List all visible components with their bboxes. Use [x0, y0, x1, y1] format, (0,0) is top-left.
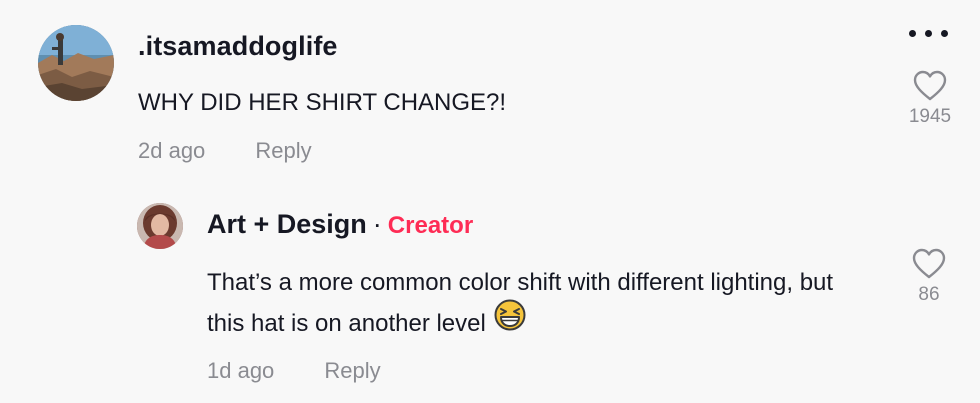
- separator: ·: [372, 209, 382, 239]
- comment-timestamp: 2d ago: [138, 138, 206, 163]
- comment-thread: .itsamaddoglife WHY DID HER SHIRT CHANGE…: [0, 0, 980, 403]
- grinning-squinting-face-icon: [494, 299, 526, 344]
- avatar-image: [38, 25, 114, 101]
- reply-meta: 1d ago Reply: [207, 358, 381, 384]
- reply-text-container: That’s a more common color shift with di…: [207, 262, 867, 344]
- comment-username[interactable]: .itsamaddoglife: [138, 31, 338, 62]
- like-count: 1945: [908, 106, 952, 127]
- reply-username[interactable]: Art + Design: [207, 209, 367, 239]
- creator-badge: Creator: [387, 212, 474, 239]
- like-button[interactable]: 1945: [905, 70, 955, 140]
- dot: [909, 30, 916, 37]
- dot: [925, 30, 932, 37]
- avatar[interactable]: [38, 25, 114, 101]
- reply-header: Art + Design · Creator: [207, 209, 473, 240]
- heart-icon: [912, 248, 946, 279]
- reply-button[interactable]: Reply: [255, 138, 311, 163]
- comment-meta: 2d ago Reply: [138, 138, 312, 164]
- avatar[interactable]: [137, 203, 183, 249]
- reply-button[interactable]: Reply: [324, 358, 380, 383]
- reply-timestamp: 1d ago: [207, 358, 275, 383]
- dot: [941, 30, 948, 37]
- like-count: 86: [918, 284, 940, 305]
- heart-icon: [913, 70, 947, 101]
- more-options-icon[interactable]: [906, 27, 952, 41]
- like-button[interactable]: 86: [903, 248, 955, 318]
- comment-text: WHY DID HER SHIRT CHANGE?!: [138, 89, 507, 116]
- avatar-image: [137, 203, 183, 249]
